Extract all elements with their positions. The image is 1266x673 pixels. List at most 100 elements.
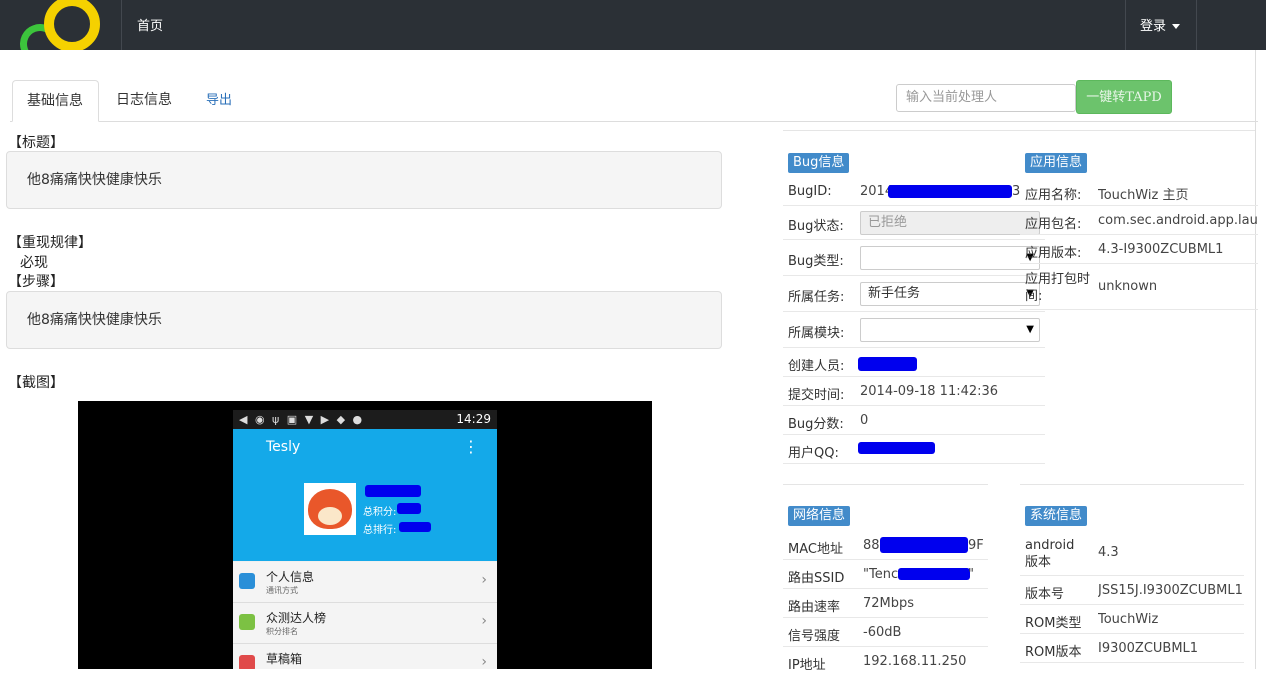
app-version-value: 4.3-I9300ZCUBML1 (1098, 242, 1224, 257)
app-info-badge: 应用信息 (1025, 153, 1088, 173)
bug-info-badge: Bug信息 (788, 153, 850, 173)
ranking-icon (239, 614, 255, 630)
phone-status-bar: ◀ ◉ ψ ▣ ▼ ▶ ◆ ● 14:29 (233, 410, 497, 429)
bug-score-label: Bug分数: (788, 417, 844, 432)
app-name-value: TouchWiz 主页 (1098, 188, 1189, 203)
app-version-label: 应用版本: (1025, 246, 1082, 261)
item-title: 个人信息 (266, 570, 315, 584)
build-time-value: unknown (1098, 279, 1158, 294)
brand-logo[interactable] (20, 0, 104, 50)
export-link[interactable]: 导出 (192, 80, 246, 121)
build-number-value: JSS15J.I9300ZCUBML1 (1098, 583, 1243, 598)
redacted-qq (858, 442, 935, 454)
phone-profile-header: Tesly ⋮ 总积分: 总排行: (233, 429, 497, 561)
network-info-badge: 网络信息 (788, 506, 851, 526)
package-value: com.sec.android.app.launch (1098, 213, 1258, 228)
android-version-value: 4.3 (1098, 545, 1119, 560)
package-label: 应用包名: (1025, 217, 1082, 232)
signal-label: 信号强度 (788, 629, 841, 644)
overflow-menu-icon: ⋮ (463, 437, 479, 456)
repro-value: 必现 (20, 255, 48, 271)
signal-value: -60dB (863, 625, 902, 640)
title-label: 【标题】 (8, 135, 64, 151)
module-select[interactable]: ▼ (860, 318, 1040, 342)
bug-type-select[interactable]: ▼ (860, 246, 1040, 270)
bug-status-label: Bug状态: (788, 219, 844, 234)
item-subtitle: 积分排名 (266, 627, 298, 636)
divider (783, 130, 1255, 131)
task-select[interactable]: 新手任务 ▼ (860, 282, 1040, 306)
ssid-value-end: " (968, 567, 974, 582)
steps-value-box: 他8痛痛快快健康快乐 (6, 291, 722, 349)
login-label: 登录 (1140, 19, 1167, 34)
dropdown-arrow-icon: ▼ (1026, 324, 1034, 335)
title-value-box: 他8痛痛快快健康快乐 (6, 151, 722, 209)
ssid-label: 路由SSID (788, 571, 845, 586)
phone-app-title: Tesly (266, 439, 301, 455)
build-number-label: 版本号 (1025, 587, 1065, 602)
redacted-rank (399, 522, 431, 532)
ip-value: 192.168.11.250 (863, 654, 967, 669)
fox-avatar (304, 483, 356, 535)
chevron-right-icon: › (481, 572, 487, 588)
fox-face (318, 507, 342, 525)
rom-type-value: TouchWiz (1098, 612, 1159, 627)
login-dropdown[interactable]: 登录 (1140, 15, 1181, 34)
module-label: 所属模块: (788, 326, 845, 341)
screenshot-label: 【截图】 (8, 375, 64, 391)
rom-type-label: ROM类型 (1025, 616, 1082, 631)
redacted-score (397, 503, 421, 514)
phone-screenshot: ◀ ◉ ψ ▣ ▼ ▶ ◆ ● 14:29 Tesly ⋮ 总积分: 总排行: … (233, 410, 497, 669)
qq-label: 用户QQ: (788, 446, 839, 461)
drafts-icon (239, 655, 255, 669)
top-navbar: 首页 登录 (0, 0, 1266, 50)
chevron-right-icon: › (481, 654, 487, 669)
task-label: 所属任务: (788, 290, 845, 305)
mac-value-start: 88 (863, 538, 880, 553)
redacted-username (365, 485, 421, 497)
app-name-label: 应用名称: (1025, 188, 1082, 203)
redacted-creator (858, 357, 917, 371)
divider (1020, 484, 1244, 485)
bug-id-label: BugID: (788, 184, 832, 199)
submit-time-label: 提交时间: (788, 388, 845, 403)
item-subtitle: 通讯方式 (266, 586, 298, 595)
nav-divider (1125, 0, 1126, 50)
redacted-mac (880, 537, 968, 553)
rank-label: 总排行: (363, 525, 397, 536)
tab-log-info[interactable]: 日志信息 (102, 80, 186, 121)
ssid-value-start: "Tenc (863, 567, 899, 582)
nav-home-link[interactable]: 首页 (137, 15, 163, 34)
repro-label: 【重现规律】 (8, 235, 92, 251)
score-label: 总积分: (363, 507, 397, 518)
item-title: 草稿箱 (266, 652, 303, 666)
steps-label: 【步骤】 (8, 274, 64, 290)
bug-type-label: Bug类型: (788, 254, 844, 269)
mac-value-end: 9F (968, 538, 984, 553)
status-icons: ◀ ◉ ψ ▣ ▼ ▶ ◆ ● (239, 413, 365, 426)
list-item: 众测达人榜 积分排名 › (233, 603, 497, 644)
logo-yellow-ring (44, 0, 100, 50)
nav-divider (121, 0, 122, 50)
chevron-right-icon: › (481, 613, 487, 629)
task-value: 新手任务 (868, 286, 921, 301)
vertical-scrollbar[interactable] (1255, 50, 1266, 669)
list-item: 个人信息 通讯方式 › (233, 562, 497, 603)
transfer-tapd-button[interactable]: 一键转TAPD (1076, 80, 1172, 114)
build-time-label: 应用打包时间: (1025, 272, 1091, 304)
system-info-badge: 系统信息 (1025, 506, 1088, 526)
android-version-label: android版本 (1025, 538, 1075, 570)
list-item: 草稿箱 › (233, 644, 497, 669)
bug-status-field[interactable]: 已拒绝 (860, 211, 1040, 235)
assignee-input[interactable]: 输入当前处理人 (896, 84, 1076, 112)
ip-label: IP地址 (788, 658, 826, 673)
tab-basic-info[interactable]: 基础信息 (12, 80, 99, 122)
item-title: 众测达人榜 (266, 611, 327, 625)
mac-label: MAC地址 (788, 542, 843, 557)
phone-time: 14:29 (456, 412, 491, 426)
speed-label: 路由速率 (788, 600, 841, 615)
person-icon (239, 573, 255, 589)
divider (783, 484, 988, 485)
speed-value: 72Mbps (863, 596, 915, 611)
rom-version-label: ROM版本 (1025, 645, 1082, 660)
